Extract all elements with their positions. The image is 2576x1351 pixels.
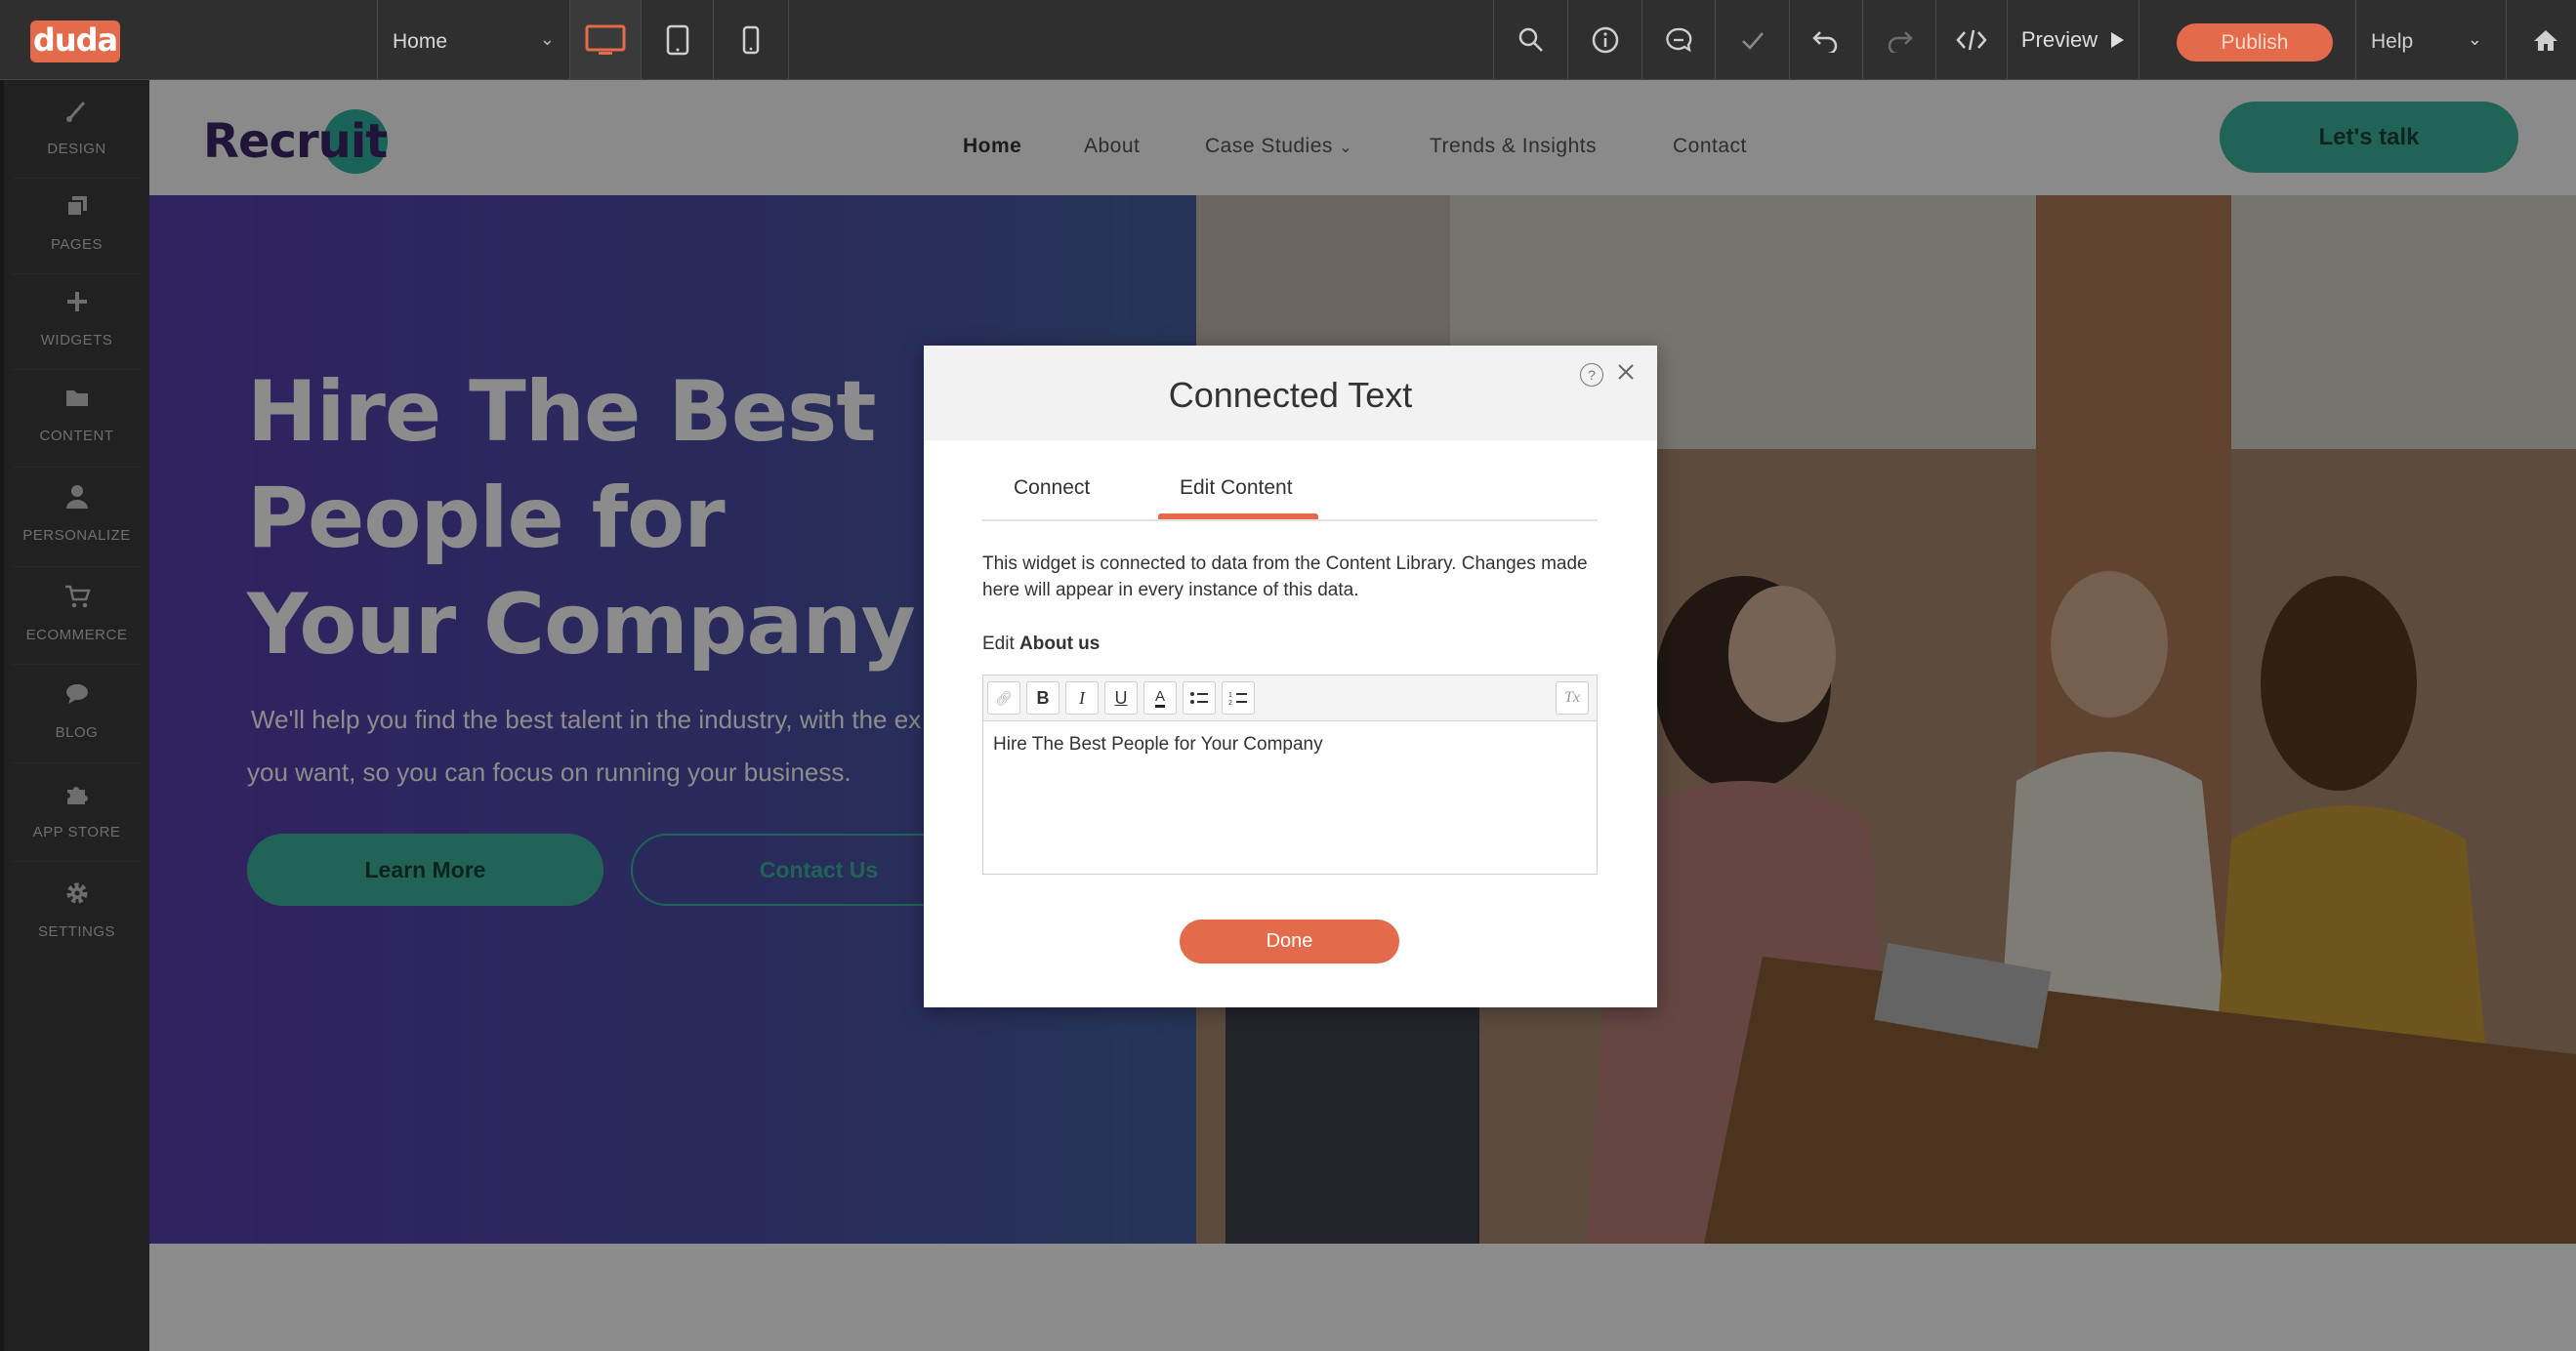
editor-toolbar: 🔗︎ B I U A 12 Tx <box>983 676 1597 721</box>
numbered-list-icon: 12 <box>1228 692 1247 706</box>
link-button[interactable]: 🔗︎ <box>987 681 1020 715</box>
tab-underline <box>982 519 1598 521</box>
connection-notice: This widget is connected to data from th… <box>982 553 1588 600</box>
text-color-icon: A <box>1154 688 1165 708</box>
redo-button[interactable] <box>1863 0 1935 79</box>
page-select-dropdown[interactable]: Home ⌄ <box>379 0 568 79</box>
code-icon <box>1956 29 1987 50</box>
info-button[interactable] <box>1568 0 1641 79</box>
preview-label: Preview <box>2020 26 2098 52</box>
desktop-icon <box>585 24 626 55</box>
comments-button[interactable] <box>1642 0 1715 79</box>
play-icon <box>2111 31 2125 48</box>
tab-edit-content[interactable]: Edit Content <box>1180 476 1293 500</box>
divider <box>377 0 378 79</box>
tablet-icon <box>666 24 688 55</box>
desktop-view-button[interactable] <box>570 0 641 79</box>
mobile-view-button[interactable] <box>714 0 788 79</box>
dialog-title: Connected Text <box>1168 375 1413 415</box>
chevron-down-icon: ⌄ <box>2467 29 2482 49</box>
dashboard-home-button[interactable] <box>2515 0 2576 79</box>
edit-field-name: About us <box>1019 634 1101 654</box>
dialog-header: Connected Text ? <box>924 346 1657 440</box>
search-icon <box>1518 27 1543 52</box>
svg-text:2: 2 <box>1228 700 1232 706</box>
close-icon <box>1618 364 1634 380</box>
italic-icon: I <box>1079 687 1085 708</box>
rich-text-editor[interactable]: 🔗︎ B I U A 12 Tx Hire The Best People fo… <box>982 675 1598 875</box>
svg-text:1: 1 <box>1228 692 1232 699</box>
check-icon <box>1741 31 1764 50</box>
mobile-icon <box>742 25 760 54</box>
help-label: Help <box>2371 30 2414 53</box>
clear-format-icon: Tx <box>1564 689 1580 706</box>
publish-button[interactable]: Publish <box>2177 23 2333 61</box>
page-select-label: Home <box>393 30 448 53</box>
underline-icon: U <box>1114 687 1128 708</box>
redo-icon <box>1888 30 1913 53</box>
done-button[interactable]: Done <box>1180 920 1399 963</box>
search-button[interactable] <box>1494 0 1567 79</box>
divider <box>2139 0 2140 79</box>
top-toolbar: duda Home ⌄ Preview Publish Help ⌄ <box>0 0 2576 80</box>
bullet-list-button[interactable] <box>1183 681 1216 715</box>
chevron-down-icon: ⌄ <box>539 29 555 49</box>
divider <box>788 0 789 79</box>
help-icon[interactable]: ? <box>1580 363 1603 387</box>
preview-button[interactable]: Preview <box>2008 0 2139 79</box>
bold-button[interactable]: B <box>1026 681 1059 715</box>
undo-icon <box>1812 30 1838 53</box>
connected-text-dialog: Connected Text ? Connect Edit Content Th… <box>924 346 1657 1007</box>
active-tab-indicator <box>1158 513 1318 519</box>
text-color-button[interactable]: A <box>1143 681 1177 715</box>
clear-format-button[interactable]: Tx <box>1556 681 1589 715</box>
link-icon: 🔗︎ <box>995 689 1013 706</box>
help-dropdown[interactable]: Help ⌄ <box>2356 0 2496 79</box>
approve-button[interactable] <box>1716 0 1789 79</box>
tab-connect[interactable]: Connect <box>1014 476 1090 500</box>
tablet-view-button[interactable] <box>642 0 713 79</box>
duda-logo[interactable]: duda <box>30 20 120 62</box>
edit-prefix: Edit <box>982 634 1015 654</box>
edit-field-label: Edit About us <box>982 634 1100 655</box>
dev-mode-button[interactable] <box>1936 0 2007 79</box>
undo-button[interactable] <box>1790 0 1862 79</box>
bold-icon: B <box>1036 687 1050 708</box>
comment-icon <box>1666 27 1692 52</box>
numbered-list-button[interactable]: 12 <box>1222 681 1255 715</box>
bullet-list-icon <box>1190 692 1208 704</box>
divider <box>2506 0 2507 79</box>
home-icon <box>2534 29 2557 51</box>
close-button[interactable] <box>1613 359 1639 385</box>
italic-button[interactable]: I <box>1065 681 1099 715</box>
underline-button[interactable]: U <box>1104 681 1138 715</box>
editor-content[interactable]: Hire The Best People for Your Company <box>993 734 1323 756</box>
info-icon <box>1592 26 1618 53</box>
